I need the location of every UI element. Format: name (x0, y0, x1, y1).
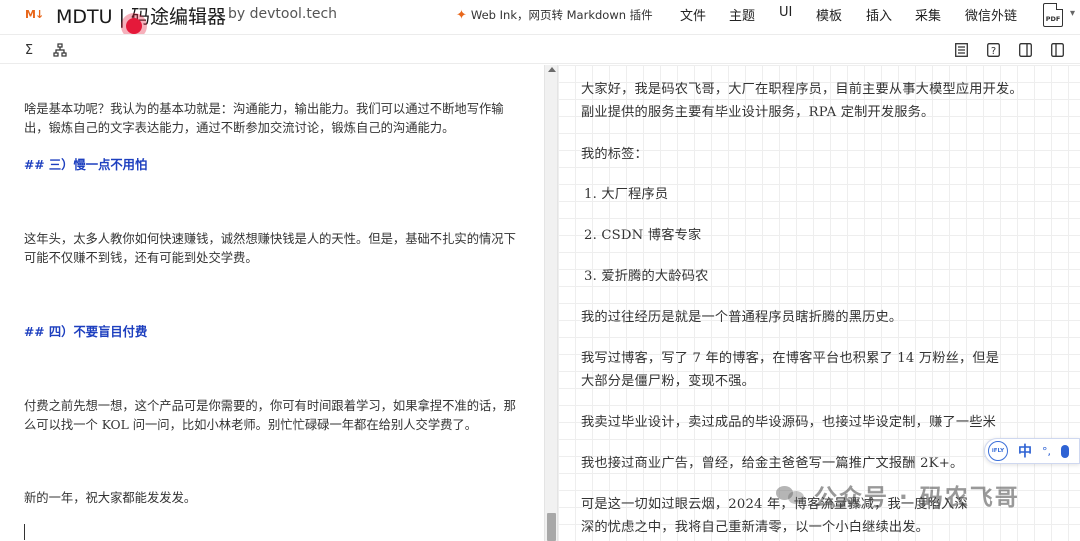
split-left-panel-icon[interactable] (1049, 42, 1065, 58)
chevron-down-icon[interactable]: ▾ (1070, 8, 1075, 19)
preview-paragraph: 我的标签： (581, 147, 648, 162)
menu-ui[interactable]: UI (779, 5, 792, 20)
editor-line: 出，锻炼自己的文字表达能力，通过不断参加交流讨论，锻炼自己的沟通能力。 (24, 121, 455, 135)
preview-list-item: 1. 大厂程序员 (584, 187, 669, 202)
preview-list-item: 2. CSDN 博客专家 (584, 228, 702, 243)
menu-insert[interactable]: 插入 (866, 5, 892, 24)
preview-paragraph: 我写过博客，写了 7 年的博客，在博客平台也积累了 14 万粉丝，但是 (581, 351, 1000, 366)
markdown-editor[interactable]: 啥是基本功呢？我认为的基本功就是：沟通能力，输出能力。我们可以通过不断地写作输 … (0, 65, 544, 541)
text-caret (24, 524, 25, 540)
help-svg: ? (986, 43, 1000, 57)
menu-template[interactable]: 模板 (816, 5, 842, 24)
preview-paragraph: 我的过往经历是就是一个普通程序员瞎折腾的黑历史。 (581, 310, 903, 325)
preview-paragraph: 大部分是僵尸粉，变现不强。 (581, 374, 756, 389)
ime-punctuation-icon[interactable]: °, (1042, 445, 1051, 458)
editor-toolbar: Σ ? (0, 34, 1080, 64)
editor-line: 可能不仅赚不到钱，还有可能到处交学费。 (24, 251, 258, 265)
ime-toolbar[interactable]: iFLY 中 °, (984, 438, 1080, 464)
sparkle-icon: ✦ (456, 7, 467, 23)
preview-paragraph: 我也接过商业广告，曾经，给金主爸爸写一篇推广文报酬 2K+。 (581, 456, 964, 471)
preview-paragraph: 我卖过毕业设计，卖过成品的毕设源码，也接过毕设定制，赚了一些米 (581, 415, 997, 430)
preview-paragraph: 深的忧虑之中，我将自己重新清零，以一个小白继续出发。 (581, 520, 930, 535)
split-left-svg (1050, 43, 1064, 57)
split-right-svg (1018, 43, 1032, 57)
ime-chinese-mode-button[interactable]: 中 (1018, 441, 1032, 461)
scroll-up-arrow-icon[interactable] (548, 67, 556, 72)
web-ink-promo-link[interactable]: ✦ Web Ink，网页转 Markdown 插件 (456, 7, 653, 23)
help-question-icon[interactable]: ? (985, 42, 1001, 58)
editor-heading-line: ## 三）慢一点不用怕 (24, 157, 148, 172)
markdown-logo-icon[interactable]: M↓ (25, 6, 47, 22)
tree-svg (53, 43, 67, 57)
promo-text: Web Ink，网页转 Markdown 插件 (470, 8, 653, 22)
menu-wechat-links[interactable]: 微信外链 (965, 5, 1017, 24)
menu-theme[interactable]: 主题 (729, 5, 755, 24)
preview-list-item: 3. 爱折腾的大龄码农 (584, 269, 709, 284)
editor-line: 新的一年，祝大家都能发发发。 (24, 491, 197, 505)
outline-svg (954, 43, 968, 57)
editor-line: 么可以找一个 KOL 问一问，比如小林老师。别忙忙碌碌一年都在给别人交学费了。 (24, 418, 478, 432)
preview-paragraph: 副业提供的服务主要有毕业设计服务，RPA 定制开发服务。 (581, 105, 935, 120)
diagram-tree-icon[interactable] (52, 42, 68, 58)
markdown-preview: 大家好，我是码农飞哥，大厂在职程序员，目前主要从事大模型应用开发。 副业提供的服… (558, 65, 1080, 541)
formula-sigma-icon[interactable]: Σ (21, 42, 37, 58)
outline-list-icon[interactable] (953, 42, 969, 58)
by-devtool-label[interactable]: by devtool.tech (228, 6, 337, 22)
top-header: M↓ MDTU | 码途编辑器 by devtool.tech ✦ Web In… (0, 0, 1080, 30)
editor-heading-line: ## 四）不要盲目付费 (24, 324, 148, 339)
editor-line: 啥是基本功呢？我认为的基本功就是：沟通能力，输出能力。我们可以通过不断地写作输 (24, 102, 504, 116)
ifly-logo-icon[interactable]: iFLY (988, 441, 1008, 461)
scrollbar-thumb[interactable] (547, 513, 556, 541)
split-right-panel-icon[interactable] (1017, 42, 1033, 58)
menu-collect[interactable]: 采集 (915, 5, 941, 24)
microphone-icon[interactable] (1061, 444, 1069, 458)
svg-text:?: ? (990, 46, 995, 57)
menu-file[interactable]: 文件 (680, 5, 706, 24)
pdf-export-icon[interactable]: PDF (1043, 3, 1063, 27)
editor-line: 付费之前先想一想，这个产品可是你需要的，你可有时间跟着学习，如果拿捏不准的话，那 (24, 399, 516, 413)
preview-paragraph: 可是这一切如过眼云烟，2024 年，博客流量骤减，我一度陷入深 (581, 497, 968, 512)
editor-line: 这年头，太多人教你如何快速赚钱，诚然想赚快钱是人的天性。但是，基础不扎实的情况下 (24, 232, 516, 246)
preview-paragraph: 大家好，我是码农飞哥，大厂在职程序员，目前主要从事大模型应用开发。 (581, 82, 1023, 97)
editor-scrollbar[interactable] (544, 65, 558, 541)
